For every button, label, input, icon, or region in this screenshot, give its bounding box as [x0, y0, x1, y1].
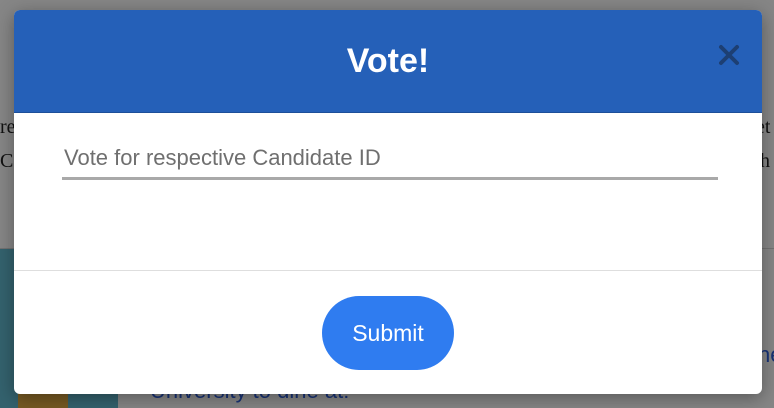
vote-modal: Vote! Submit: [14, 10, 762, 394]
modal-footer: Submit: [14, 271, 762, 394]
modal-header: Vote!: [14, 10, 762, 113]
close-button[interactable]: [718, 44, 740, 66]
modal-body: [14, 113, 762, 271]
modal-title: Vote!: [346, 42, 430, 80]
submit-button[interactable]: Submit: [322, 296, 454, 370]
candidate-id-input[interactable]: [62, 139, 718, 180]
close-icon: [719, 45, 739, 65]
